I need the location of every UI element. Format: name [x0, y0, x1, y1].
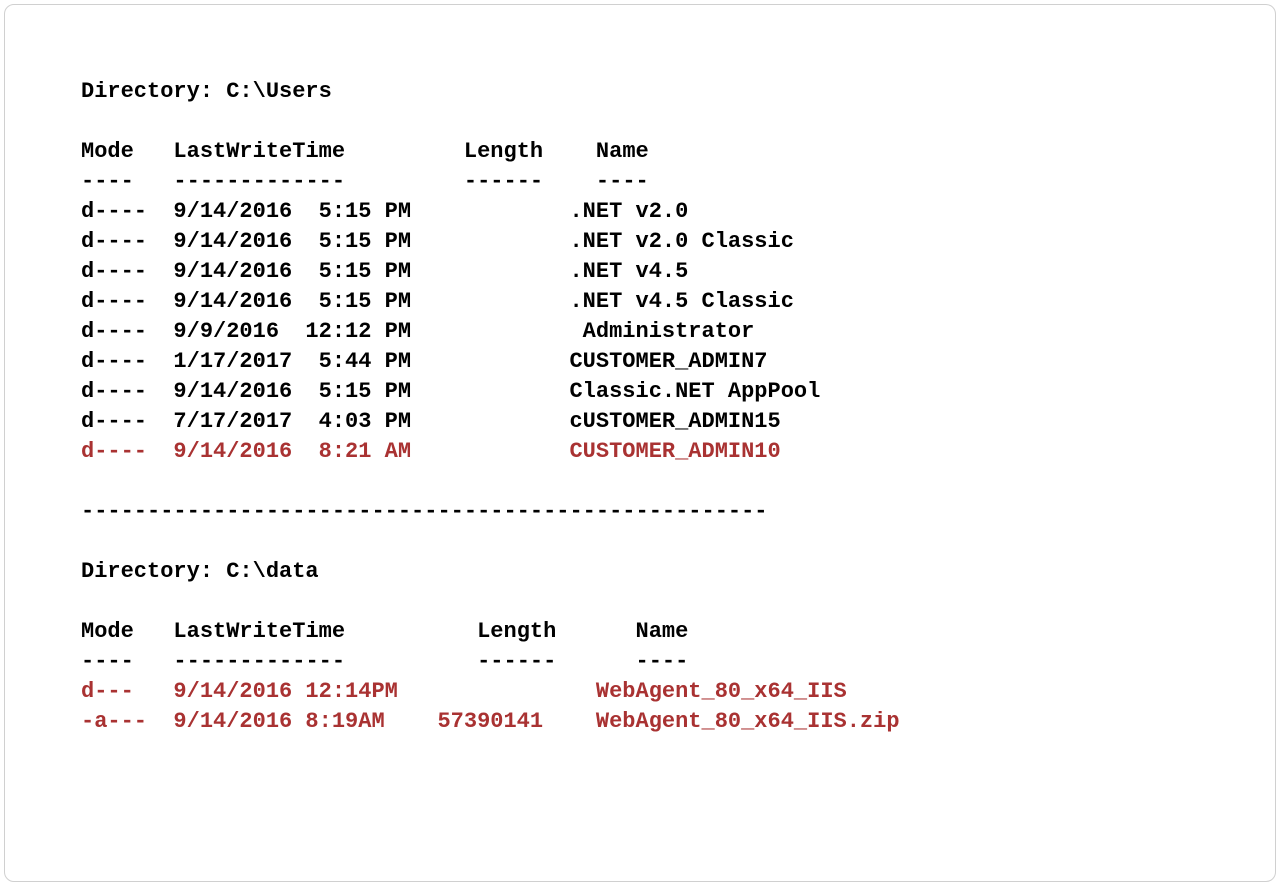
- list-item: d---- 1/17/2017 5:44 PM CUSTOMER_ADMIN7: [81, 347, 1215, 377]
- directory-title-data: Directory: C:\data: [81, 557, 1215, 587]
- dir1-header-row: Mode LastWriteTime Length Name: [81, 137, 1215, 167]
- separator-line: ----------------------------------------…: [81, 497, 1215, 527]
- col-length: Length: [464, 139, 543, 164]
- blank-line: [81, 527, 1215, 557]
- list-item: d---- 9/9/2016 12:12 PM Administrator: [81, 317, 1215, 347]
- dir2-rows: d--- 9/14/2016 12:14PM WebAgent_80_x64_I…: [81, 677, 1215, 737]
- dir2-header-row: Mode LastWriteTime Length Name: [81, 617, 1215, 647]
- code-panel: Directory: C:\Users Mode LastWriteTime L…: [4, 4, 1276, 882]
- ul-name: ----: [636, 649, 689, 674]
- col-mode: Mode: [81, 139, 134, 164]
- col-mode: Mode: [81, 619, 134, 644]
- list-item: d---- 9/14/2016 5:15 PM .NET v2.0 Classi…: [81, 227, 1215, 257]
- list-item: d---- 9/14/2016 5:15 PM .NET v4.5: [81, 257, 1215, 287]
- ul-length: ------: [464, 169, 543, 194]
- ul-time: -------------: [173, 649, 345, 674]
- list-item: -a--- 9/14/2016 8:19AM 57390141 WebAgent…: [81, 707, 1215, 737]
- ul-mode: ----: [81, 169, 134, 194]
- list-item: d---- 9/14/2016 8:21 AM CUSTOMER_ADMIN10: [81, 437, 1215, 467]
- list-item: d---- 9/14/2016 5:15 PM .NET v2.0: [81, 197, 1215, 227]
- list-item: d---- 9/14/2016 5:15 PM .NET v4.5 Classi…: [81, 287, 1215, 317]
- dir2-underline-row: ---- ------------- ------ ----: [81, 647, 1215, 677]
- col-time: LastWriteTime: [173, 139, 345, 164]
- col-length: Length: [477, 619, 556, 644]
- blank-line: [81, 467, 1215, 497]
- col-time: LastWriteTime: [173, 619, 345, 644]
- blank-line: [81, 587, 1215, 617]
- ul-name: ----: [596, 169, 649, 194]
- blank-line: [81, 107, 1215, 137]
- list-item: d---- 7/17/2017 4:03 PM cUSTOMER_ADMIN15: [81, 407, 1215, 437]
- directory-title-users: Directory: C:\Users: [81, 77, 1215, 107]
- col-name: Name: [596, 139, 649, 164]
- dir1-underline-row: ---- ------------- ------ ----: [81, 167, 1215, 197]
- dir1-rows: d---- 9/14/2016 5:15 PM .NET v2.0d---- 9…: [81, 197, 1215, 467]
- ul-mode: ----: [81, 649, 134, 674]
- list-item: d---- 9/14/2016 5:15 PM Classic.NET AppP…: [81, 377, 1215, 407]
- list-item: d--- 9/14/2016 12:14PM WebAgent_80_x64_I…: [81, 677, 1215, 707]
- ul-time: -------------: [173, 169, 345, 194]
- ul-length: ------: [477, 649, 556, 674]
- col-name: Name: [636, 619, 689, 644]
